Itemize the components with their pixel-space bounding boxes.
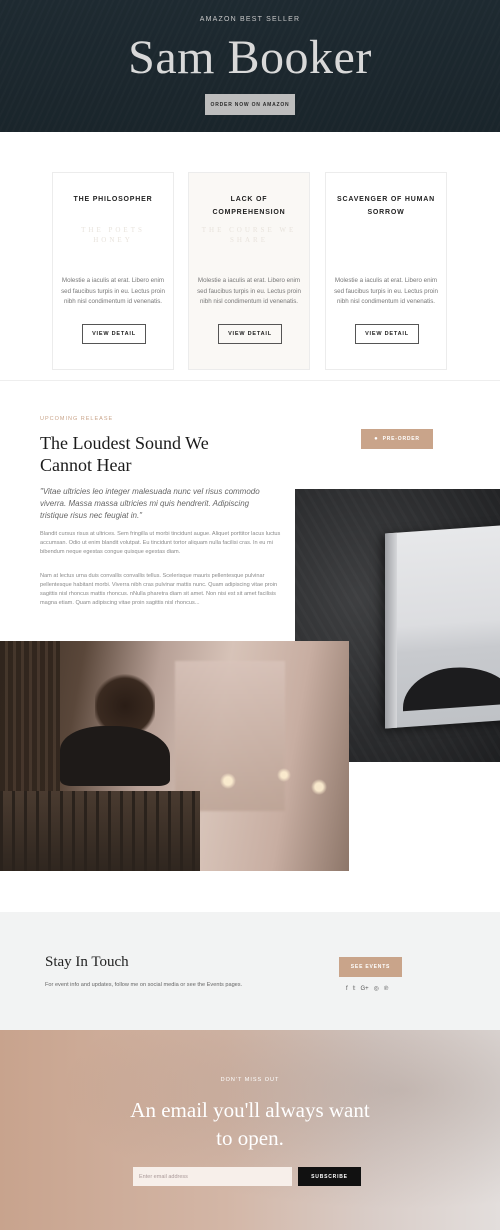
instagram-icon[interactable]: ◎ — [374, 985, 379, 993]
book-description: Molestie a iaculis at erat. Libero enim … — [197, 277, 301, 305]
order-amazon-button[interactable]: ORDER NOW ON AMAZON — [205, 94, 295, 115]
stay-in-touch-subtitle: For event info and updates, follow me on… — [45, 982, 243, 988]
upcoming-eyebrow: UPCOMING RELEASE — [40, 416, 114, 422]
view-detail-button[interactable]: VIEW DETAIL — [355, 324, 419, 344]
book-card: THE PHILOSOPHER THE POETS HONEY Molestie… — [52, 172, 174, 370]
stay-in-touch-title: Stay In Touch — [45, 954, 129, 970]
preorder-label: PRE-ORDER — [382, 436, 420, 442]
section-divider — [0, 380, 500, 381]
book-title: SCAVENGER OF HUMAN SORROW — [337, 196, 435, 216]
book-cover-text: THE COURSE WE SHARE — [201, 226, 297, 244]
book-title: THE PHILOSOPHER — [73, 196, 153, 203]
upcoming-paragraph: Nam at lectus urna duis convallis conval… — [40, 573, 278, 606]
stay-in-touch-section — [0, 912, 500, 1030]
social-links: f 𝕥 G+ ◎ ℗ — [346, 985, 388, 993]
facebook-icon[interactable]: f — [346, 985, 348, 993]
lock-icon: ● — [374, 436, 379, 442]
book-card: SCAVENGER OF HUMAN SORROW Molestie a iac… — [325, 172, 447, 370]
upcoming-title: The Loudest Sound We Cannot Hear — [40, 433, 209, 475]
hero-title: Sam Booker — [128, 31, 372, 84]
author-photo — [0, 641, 349, 871]
book-description: Molestie a iaculis at erat. Libero enim … — [61, 277, 165, 305]
see-events-button[interactable]: SEE EVENTS — [339, 957, 402, 977]
twitter-icon[interactable]: 𝕥 — [353, 985, 356, 993]
newsletter-title: An email you'll always want to open. — [130, 1098, 370, 1150]
book-description: Molestie a iaculis at erat. Libero enim … — [334, 277, 438, 305]
upcoming-paragraph: Blandit cursus risus at ultrices. Sem fr… — [40, 531, 281, 555]
open-book-image — [385, 524, 500, 729]
book-cover-text: THE POETS HONEY — [81, 226, 145, 244]
subscribe-button[interactable]: SUBSCRIBE — [298, 1167, 361, 1186]
view-detail-button[interactable]: VIEW DETAIL — [82, 324, 146, 344]
google-plus-icon[interactable]: G+ — [360, 985, 368, 993]
newsletter-eyebrow: DON'T MISS OUT — [220, 1077, 280, 1083]
book-title: LACK OF COMPREHENSION — [212, 196, 286, 216]
view-detail-button[interactable]: VIEW DETAIL — [218, 324, 282, 344]
book-card: LACK OF COMPREHENSION THE COURSE WE SHAR… — [188, 172, 310, 370]
upcoming-quote: "Vitae ultricies leo integer malesuada n… — [40, 487, 260, 520]
hero-eyebrow: AMAZON BEST SELLER — [199, 16, 301, 23]
pinterest-icon[interactable]: ℗ — [384, 985, 388, 993]
hero-section: AMAZON BEST SELLER Sam Booker ORDER NOW … — [0, 0, 500, 132]
email-input[interactable] — [133, 1167, 292, 1186]
preorder-button[interactable]: ● PRE-ORDER — [361, 429, 433, 449]
